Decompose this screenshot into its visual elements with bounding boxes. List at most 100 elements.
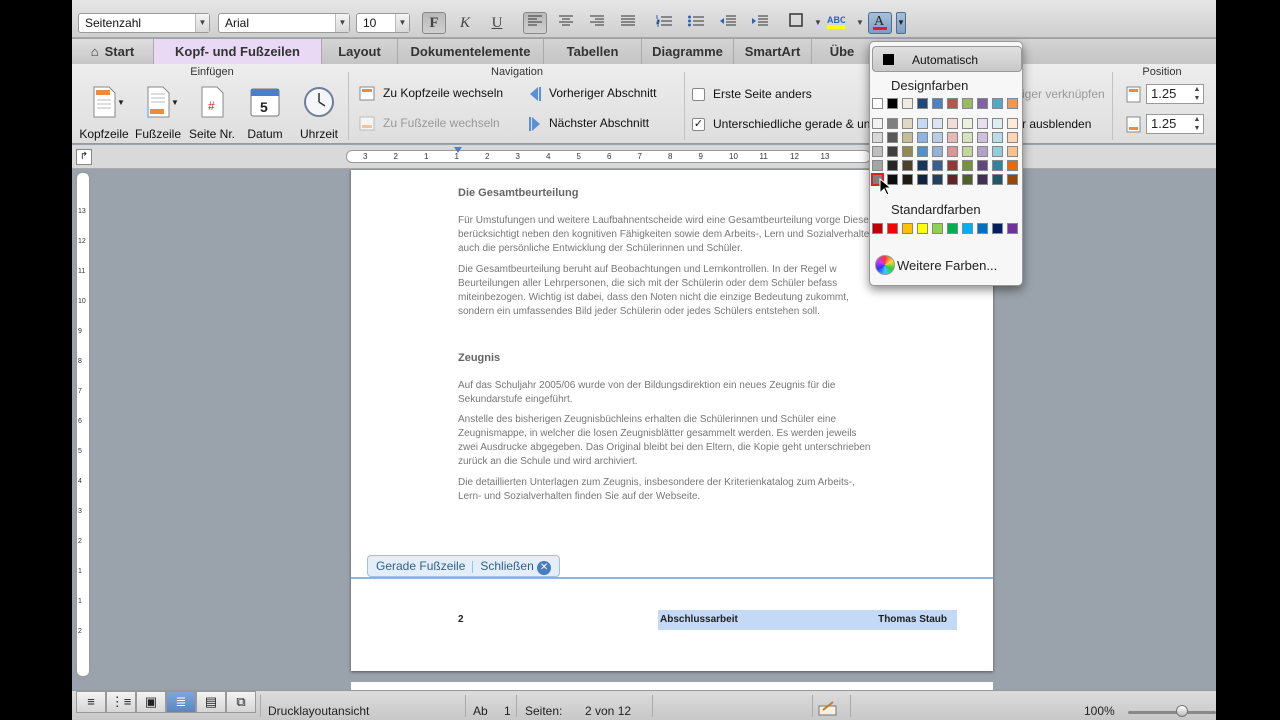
more-colors-option[interactable]: Weitere Farben... [897, 258, 997, 273]
next-section-button[interactable]: Nächster Abschnitt [527, 116, 649, 132]
design-shade-swatch[interactable] [947, 160, 958, 171]
design-shade-swatch[interactable] [902, 160, 913, 171]
design-shade-swatch[interactable] [932, 146, 943, 157]
standard-color-swatch[interactable] [917, 223, 928, 234]
zoom-slider[interactable] [1128, 711, 1216, 714]
standard-color-swatch[interactable] [872, 223, 883, 234]
view-fullscreen-button[interactable]: ⧉ [226, 691, 256, 713]
tab-stop-selector[interactable]: ↱ [76, 149, 92, 165]
go-to-header-button[interactable]: Zu Kopfzeile wechseln [359, 86, 503, 102]
date-button[interactable]: 5 Datum [240, 86, 290, 141]
design-shade-swatch[interactable] [947, 118, 958, 129]
standard-color-swatch[interactable] [902, 223, 913, 234]
highlight-button[interactable]: ABC [824, 12, 848, 34]
underline-button[interactable]: U [485, 12, 509, 34]
footer-dropdown-icon[interactable]: ▼ [171, 98, 179, 107]
design-color-swatch[interactable] [947, 98, 958, 109]
design-shade-swatch[interactable] [887, 146, 898, 157]
design-shade-swatch[interactable] [992, 146, 1003, 157]
design-shade-swatch[interactable] [932, 132, 943, 143]
design-shade-swatch[interactable] [977, 174, 988, 185]
bullet-list-button[interactable] [684, 12, 708, 34]
design-color-swatch[interactable] [992, 98, 1003, 109]
font-size-select[interactable]: 10 ▼ [356, 13, 410, 33]
tab-smartart[interactable]: SmartArt [734, 39, 812, 64]
view-notebook-button[interactable]: ▤ [196, 691, 226, 713]
standard-color-swatch[interactable] [1007, 223, 1018, 234]
spelling-status-icon[interactable] [818, 700, 838, 716]
design-shade-swatch[interactable] [932, 160, 943, 171]
footer-button[interactable]: Fußzeile [132, 86, 184, 141]
tab-start[interactable]: ⌂ Start [72, 39, 154, 64]
design-shade-swatch[interactable] [962, 132, 973, 143]
design-color-swatch[interactable] [887, 98, 898, 109]
view-draft-button[interactable]: ≡ [76, 691, 106, 713]
tab-layout[interactable]: Layout [322, 39, 398, 64]
design-shade-swatch[interactable] [1007, 146, 1018, 157]
justify-button[interactable] [616, 12, 640, 34]
increase-indent-button[interactable] [748, 12, 772, 34]
link-to-previous-option[interactable]: iger verknüpfen [1022, 87, 1105, 101]
design-shade-swatch[interactable] [917, 160, 928, 171]
standard-color-swatch[interactable] [992, 223, 1003, 234]
design-color-swatch[interactable] [1007, 98, 1018, 109]
design-shade-swatch[interactable] [992, 174, 1003, 185]
design-shade-swatch[interactable] [992, 160, 1003, 171]
design-shade-swatch[interactable] [902, 118, 913, 129]
design-shade-swatch[interactable] [947, 132, 958, 143]
horizontal-ruler[interactable]: 3 2 1 1 2 3 4 5 6 7 8 9 10 11 12 13 [346, 147, 871, 163]
standard-color-swatch[interactable] [887, 223, 898, 234]
design-color-swatch[interactable] [872, 98, 883, 109]
design-shade-swatch[interactable] [872, 132, 883, 143]
design-shade-swatch[interactable] [917, 174, 928, 185]
view-print-layout-button[interactable]: ≣ [166, 691, 196, 713]
design-shade-swatch[interactable] [917, 132, 928, 143]
design-shade-swatch[interactable] [932, 118, 943, 129]
design-shade-swatch[interactable] [1007, 160, 1018, 171]
design-color-swatch[interactable] [902, 98, 913, 109]
indent-marker[interactable] [454, 147, 462, 167]
tab-review[interactable]: Übe [812, 39, 872, 64]
design-shade-swatch[interactable] [962, 118, 973, 129]
vertical-ruler[interactable]: 13 12 11 10 9 8 7 6 5 4 3 2 1 1 2 [76, 172, 90, 677]
automatic-color-option[interactable]: Automatisch [872, 46, 1022, 72]
stepper-icon[interactable]: ▲ ▼ [1191, 85, 1203, 103]
hide-body-text-option[interactable]: r ausblenden [1022, 117, 1091, 131]
standard-color-swatch[interactable] [932, 223, 943, 234]
standard-color-swatch[interactable] [962, 223, 973, 234]
font-select[interactable]: Arial ▼ [218, 13, 350, 33]
tab-document-elements[interactable]: Dokumentelemente [398, 39, 544, 64]
align-left-button[interactable] [523, 12, 547, 34]
design-shade-swatch[interactable] [872, 160, 883, 171]
borders-dropdown-icon[interactable]: ▼ [814, 18, 822, 27]
highlight-dropdown-icon[interactable]: ▼ [856, 18, 864, 27]
align-center-button[interactable] [554, 12, 578, 34]
header-button[interactable]: Kopfzeile [78, 86, 130, 141]
tab-tables[interactable]: Tabellen [544, 39, 642, 64]
page-number-button[interactable]: # Seite Nr. [186, 86, 238, 141]
style-select[interactable]: Seitenzahl ▼ [78, 13, 210, 33]
view-outline-button[interactable]: ⋮≡ [106, 691, 136, 713]
design-shade-swatch[interactable] [887, 132, 898, 143]
design-color-swatch[interactable] [932, 98, 943, 109]
standard-color-swatch[interactable] [977, 223, 988, 234]
first-page-different-checkbox[interactable]: Erste Seite anders [692, 87, 812, 102]
design-shade-swatch[interactable] [962, 160, 973, 171]
tab-header-footer[interactable]: Kopf- und Fußzeilen [154, 39, 322, 64]
design-color-swatch[interactable] [962, 98, 973, 109]
design-shade-swatch[interactable] [902, 174, 913, 185]
decrease-indent-button[interactable] [716, 12, 740, 34]
design-shade-swatch[interactable] [887, 118, 898, 129]
design-shade-swatch[interactable] [917, 146, 928, 157]
font-color-dropdown-button[interactable]: ▼ [896, 12, 906, 34]
design-shade-swatch[interactable] [962, 174, 973, 185]
close-footer-button[interactable]: Schließen ✕ [480, 559, 552, 575]
header-position-field[interactable]: 1.25 ▲ ▼ [1146, 84, 1204, 104]
numbered-list-button[interactable] [652, 12, 676, 34]
header-dropdown-icon[interactable]: ▼ [117, 98, 125, 107]
design-shade-swatch[interactable] [902, 146, 913, 157]
design-shade-swatch[interactable] [872, 146, 883, 157]
design-shade-swatch[interactable] [872, 118, 883, 129]
footer-selection[interactable]: Abschlussarbeit Thomas Staub [658, 610, 957, 630]
design-shade-swatch[interactable] [1007, 118, 1018, 129]
